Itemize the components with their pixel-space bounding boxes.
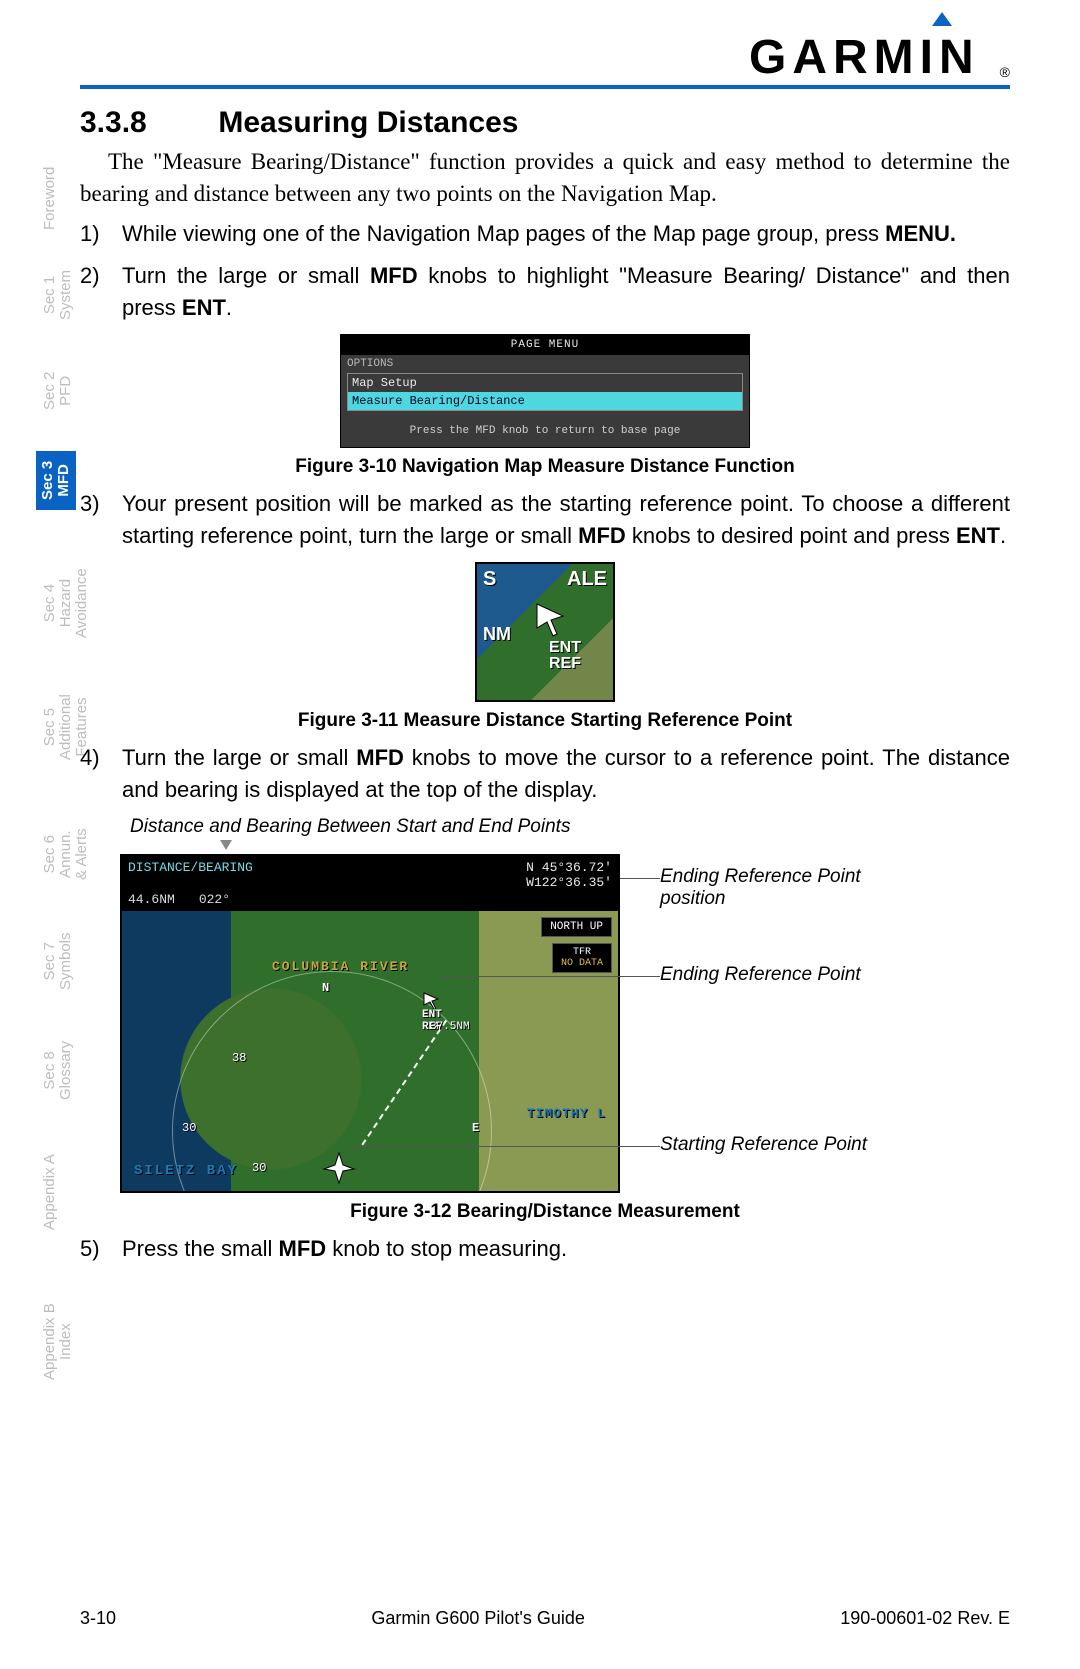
range-30a: 30 (182, 1121, 196, 1135)
tab-appendix-a[interactable]: Appendix A (42, 1154, 58, 1230)
options-box: Map Setup Measure Bearing/Distance (347, 373, 743, 411)
brand-text: GARMIN (749, 30, 980, 85)
brand-logo: GARMIN ® (749, 30, 1010, 85)
menu-hint: Press the MFD knob to return to base pag… (341, 417, 749, 447)
section-heading: 3.3.8 Measuring Distances (80, 106, 1010, 140)
range-30b: 30 (252, 1161, 266, 1175)
pointer-down-icon (220, 840, 232, 850)
intro-paragraph: The "Measure Bearing/Distance" function … (80, 146, 1010, 210)
compass-e: E (472, 1121, 479, 1135)
step-3: 3) Your present position will be marked … (80, 488, 1010, 552)
figure-3-12-wrap: DISTANCE/BEARING N 45°36.72'W122°36.35' … (120, 854, 940, 1193)
section-title: Measuring Distances (218, 106, 518, 139)
header-rule (80, 85, 1010, 89)
step-1: 1) While viewing one of the Navigation M… (80, 218, 1010, 250)
tab-sec7[interactable]: Sec 7Symbols (42, 932, 74, 990)
annotation-ending-point: Ending Reference Point (660, 964, 920, 986)
footer-docnum: 190-00601-02 Rev. E (840, 1608, 1010, 1629)
range-label: 37.5NM (430, 1021, 470, 1033)
tab-appendix-b[interactable]: Appendix BIndex (42, 1303, 74, 1380)
annotation-ending-position: Ending Reference Point position (660, 866, 920, 910)
page-footer: 3-10 Garmin G600 Pilot's Guide 190-00601… (80, 1608, 1010, 1629)
brand-delta-icon (932, 12, 952, 26)
options-label: OPTIONS (341, 355, 749, 373)
footer-title: Garmin G600 Pilot's Guide (371, 1608, 585, 1629)
step-4: 4) Turn the large or small MFD knobs to … (80, 742, 1010, 806)
footer-page: 3-10 (80, 1608, 116, 1629)
step-2: 2) Turn the large or small MFD knobs to … (80, 260, 1010, 324)
range-38: 38 (232, 1051, 246, 1065)
thumb-text-mid: NM (483, 624, 511, 645)
page-content: 3.3.8 Measuring Distances The "Measure B… (80, 98, 1010, 1275)
figure-3-10-caption: Figure 3-10 Navigation Map Measure Dista… (80, 456, 1010, 478)
page-menu-title: PAGE MENU (341, 335, 749, 355)
callout-distance-bearing: Distance and Bearing Between Start and E… (130, 816, 1010, 838)
tab-sec3-active[interactable]: Sec 3MFD (36, 451, 76, 510)
tab-sec8[interactable]: Sec 8Glossary (42, 1041, 74, 1100)
option-map-setup: Map Setup (348, 374, 742, 392)
thumb-text-left: S (483, 568, 497, 591)
lake-label: TIMOTHY L (527, 1106, 606, 1121)
tab-sec1[interactable]: Sec 1System (42, 270, 74, 320)
map-body: NORTH UP TFRNO DATA COLUMBIA RIVER N E 3… (122, 911, 618, 1191)
figure-3-11: S ALE NM ENTREF (475, 562, 615, 702)
step-5: 5) Press the small MFD knob to stop meas… (80, 1233, 1010, 1265)
figure-3-11-caption: Figure 3-11 Measure Distance Starting Re… (80, 710, 1010, 732)
water-label: SILETZ BAY (134, 1163, 238, 1179)
brand-registered: ® (1000, 64, 1010, 80)
north-up-box: NORTH UP (541, 917, 612, 937)
compass-n: N (322, 981, 329, 995)
option-measure-bearing-distance: Measure Bearing/Distance (348, 392, 742, 410)
ent-ref-label: ENTREF (549, 640, 581, 672)
figure-3-12: DISTANCE/BEARING N 45°36.72'W122°36.35' … (120, 854, 620, 1193)
section-number: 3.3.8 (80, 106, 210, 140)
hdr-latlon: N 45°36.72'W122°36.35' (526, 860, 612, 890)
figure-3-10: PAGE MENU OPTIONS Map Setup Measure Bear… (340, 334, 750, 448)
hdr-distance-bearing-label: DISTANCE/BEARING (128, 860, 253, 890)
hdr-bearing: 022° (199, 892, 230, 907)
annotation-starting-point: Starting Reference Point (660, 1134, 920, 1156)
ownship-icon (322, 1151, 356, 1185)
figure-3-12-caption: Figure 3-12 Bearing/Distance Measurement (80, 1201, 1010, 1223)
hdr-distance: 44.6NM (128, 892, 175, 907)
tfr-box: TFRNO DATA (552, 943, 612, 973)
tab-foreword[interactable]: Foreword (42, 167, 58, 230)
tab-sec2[interactable]: Sec 2PFD (42, 372, 74, 410)
thumb-text-right: ALE (567, 568, 607, 591)
